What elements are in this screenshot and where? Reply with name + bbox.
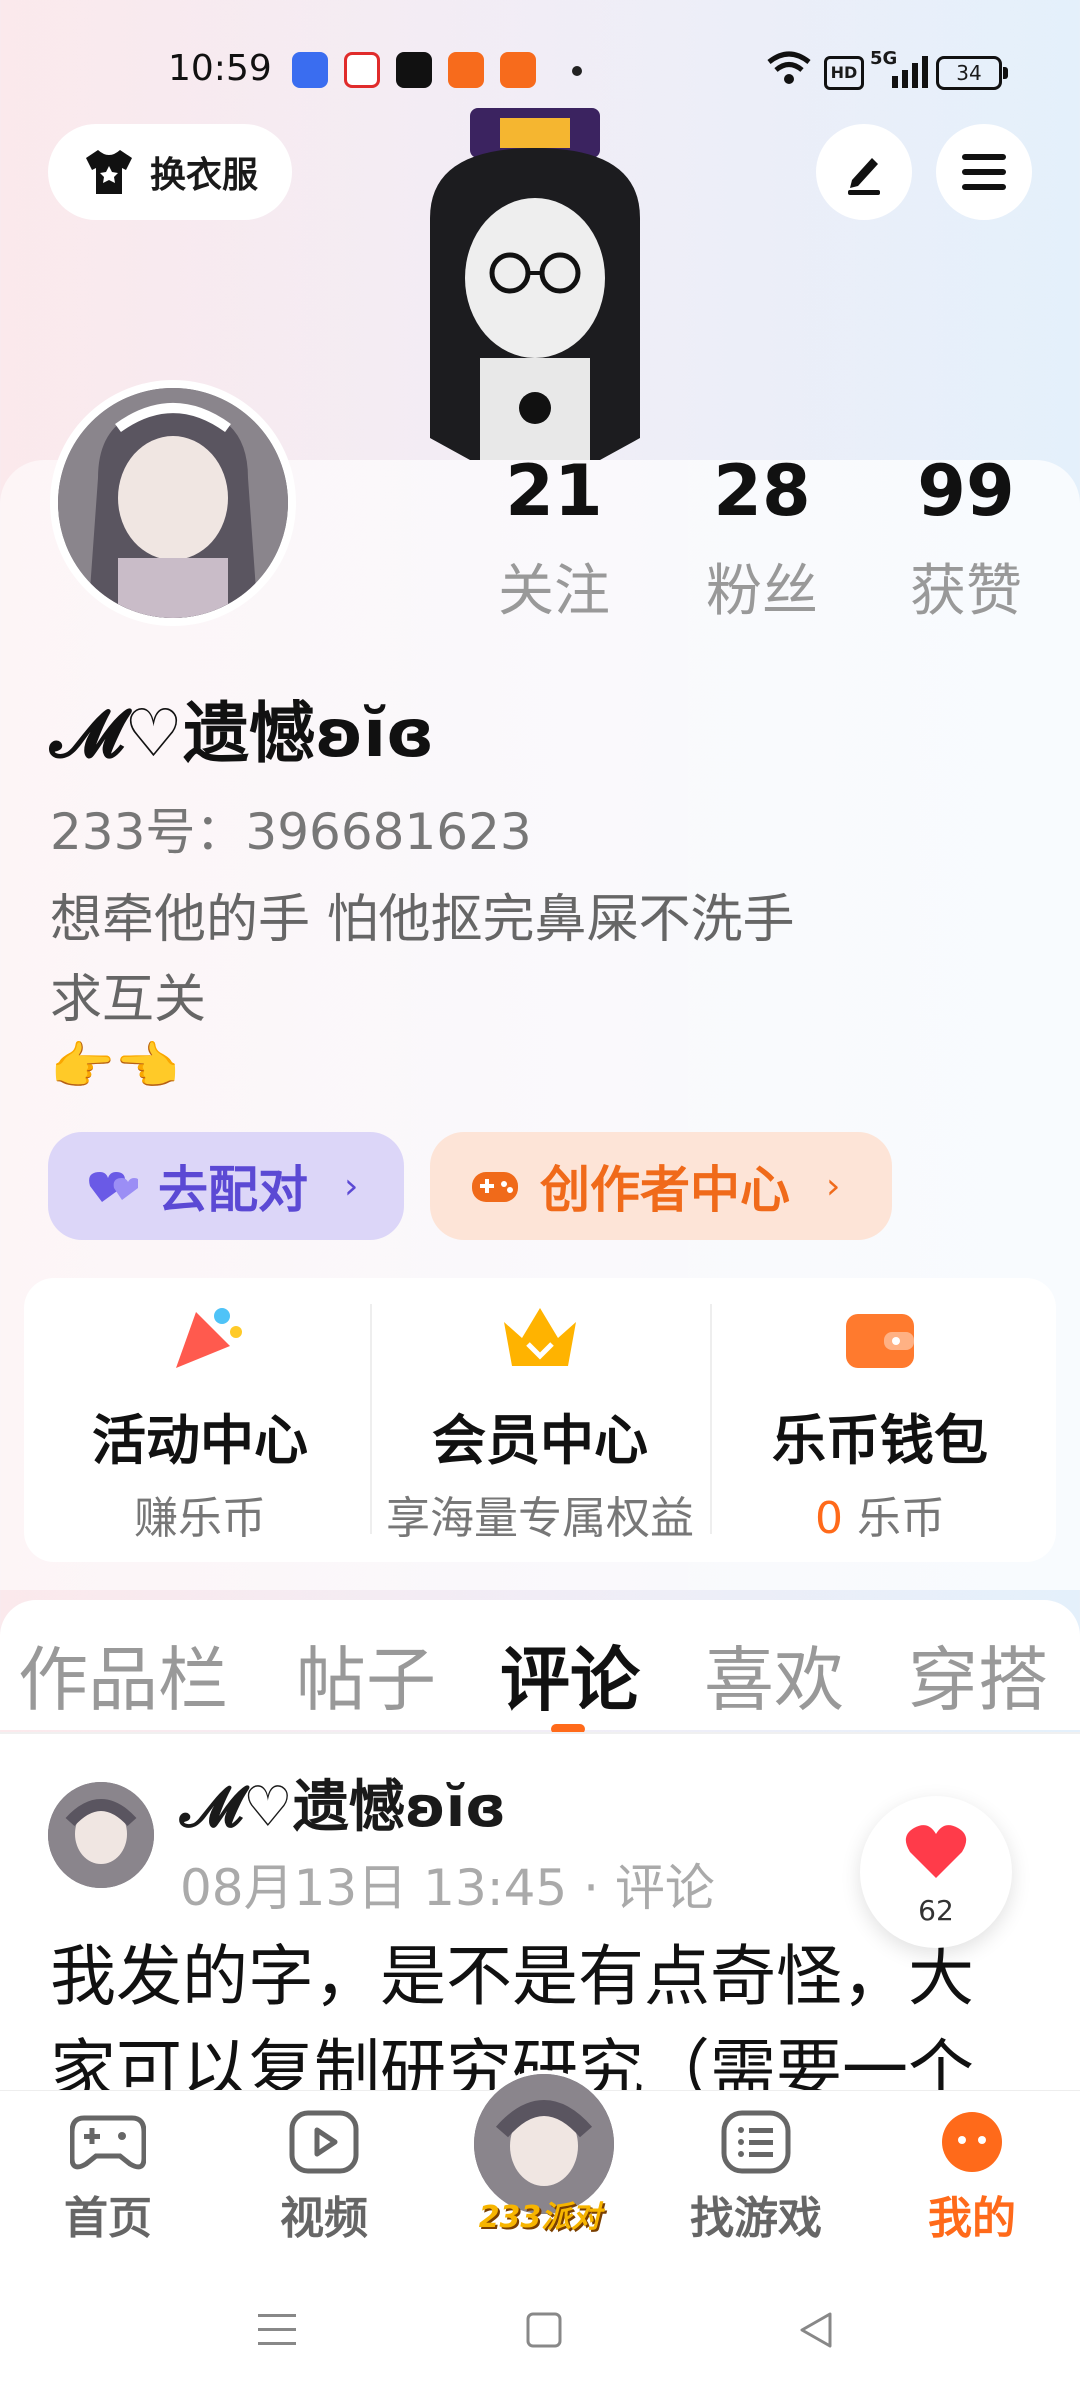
app-233-alt-icon: [500, 52, 536, 88]
gamepad-nav-icon: [69, 2115, 147, 2170]
profile-bio: 想牵他的手 怕他抠完鼻屎不洗手 求互关: [50, 890, 795, 1030]
nav-home-label: 首页: [64, 2193, 152, 2244]
match-label: 去配对: [158, 1161, 308, 1219]
chevron-right-icon: ›: [344, 1165, 359, 1207]
wallet-balance-value: 0: [815, 1493, 843, 1544]
comment-avatar[interactable]: [48, 1782, 154, 1888]
member-center[interactable]: 会员中心 享海量专属权益: [370, 1278, 710, 1562]
home-system-icon[interactable]: [524, 2310, 564, 2350]
comment-author[interactable]: 𝓜♡遗憾ʚĭɞ: [180, 1762, 506, 1843]
change-outfit-label: 换衣服: [149, 155, 258, 196]
nav-party-label: 233派对: [478, 2200, 602, 2235]
hd-icon: HD: [824, 56, 864, 90]
lebi-wallet[interactable]: 乐币钱包 0 乐币: [710, 1278, 1050, 1562]
tab-outfits[interactable]: 穿搭: [908, 1624, 1048, 1725]
wallet-balance: 0 乐币: [710, 1482, 1050, 1546]
wifi-icon: [767, 51, 811, 84]
following-count[interactable]: 21: [444, 450, 664, 532]
play-nav-icon: [289, 2110, 359, 2174]
comment-avatar-image: [48, 1782, 154, 1888]
party-popper-icon: [176, 1308, 242, 1368]
more-notifications-dot: [572, 66, 582, 76]
nav-me-label: 我的: [928, 2193, 1016, 2244]
followers-label[interactable]: 粉丝: [652, 546, 872, 627]
app-233-icon: [448, 52, 484, 88]
member-center-sub: 享海量专属权益: [386, 1493, 694, 1544]
menu-button[interactable]: [936, 124, 1032, 220]
hearts-icon: [89, 1172, 138, 1202]
creator-center-button[interactable]: 创作者中心 ›: [430, 1132, 892, 1240]
comment-like-button[interactable]: 62: [860, 1796, 1012, 1948]
wallet-icon: [846, 1314, 914, 1368]
me-nav-icon: [942, 2112, 1002, 2172]
nav-find-games-label: 找游戏: [690, 2193, 822, 2244]
nav-video-label: 视频: [280, 2193, 368, 2244]
activity-center-sub: 赚乐币: [134, 1493, 266, 1544]
nav-me[interactable]: 我的: [892, 2110, 1052, 2246]
followers-count[interactable]: 28: [652, 450, 872, 532]
tab-works[interactable]: 作品栏: [18, 1624, 228, 1725]
match-button[interactable]: 去配对 ›: [48, 1132, 404, 1240]
tab-posts[interactable]: 帖子: [296, 1624, 436, 1725]
tiktok-app-icon: [396, 52, 432, 88]
pencil-icon: [848, 158, 880, 195]
heart-icon: [905, 1825, 967, 1878]
content-tabs: 作品栏 帖子 评论 喜欢 穿搭: [0, 1600, 1080, 1730]
profile-avatar[interactable]: [50, 380, 296, 626]
hamburger-icon: [962, 154, 1006, 190]
wallet-title: 乐币钱包: [772, 1409, 988, 1472]
baidu-app-icon: [292, 52, 328, 88]
activity-center-title: 活动中心: [92, 1409, 308, 1472]
avatar-image: [58, 388, 288, 618]
nav-video[interactable]: 视频: [244, 2110, 404, 2246]
signal-icon: [892, 56, 928, 88]
recent-apps-icon[interactable]: [254, 2310, 300, 2350]
tab-comments[interactable]: 评论: [500, 1624, 640, 1725]
change-outfit-button[interactable]: 换衣服: [48, 124, 292, 220]
member-center-title: 会员中心: [432, 1409, 648, 1472]
comment-like-count: 62: [918, 1894, 954, 1927]
creator-center-label: 创作者中心: [540, 1161, 790, 1219]
status-time: 10:59: [168, 48, 272, 89]
avatar-character-figure[interactable]: [410, 108, 660, 460]
likes-count[interactable]: 99: [856, 450, 1076, 532]
bio-emoji: 👉👈: [50, 1037, 180, 1097]
comment-meta: 08月13日 13:45 · 评论: [180, 1859, 715, 1917]
nav-home[interactable]: 首页: [28, 2110, 188, 2246]
following-label[interactable]: 关注: [444, 546, 664, 627]
profile-name: 𝓜♡遗憾ʚĭɞ: [50, 695, 435, 772]
likes-label[interactable]: 获赞: [856, 546, 1076, 627]
tab-likes[interactable]: 喜欢: [704, 1624, 844, 1725]
wallet-balance-unit: 乐币: [857, 1493, 945, 1544]
tshirt-icon: [85, 150, 132, 194]
list-nav-icon: [721, 2110, 791, 2174]
profile-uid[interactable]: 233号：396681623: [50, 792, 532, 864]
gamepad-icon: [472, 1172, 518, 1202]
activity-center[interactable]: 活动中心 赚乐币: [30, 1278, 370, 1562]
chevron-right-icon: ›: [826, 1165, 841, 1207]
feature-panel: 活动中心 赚乐币 会员中心 享海量专属权益 乐币钱包 0 乐币: [24, 1278, 1056, 1562]
video-app-icon: [344, 52, 380, 88]
edit-profile-button[interactable]: [816, 124, 912, 220]
crown-icon: [504, 1308, 576, 1366]
battery-icon: 34: [936, 56, 1008, 90]
nav-find-games[interactable]: 找游戏: [676, 2110, 836, 2246]
back-system-icon[interactable]: [796, 2310, 836, 2350]
